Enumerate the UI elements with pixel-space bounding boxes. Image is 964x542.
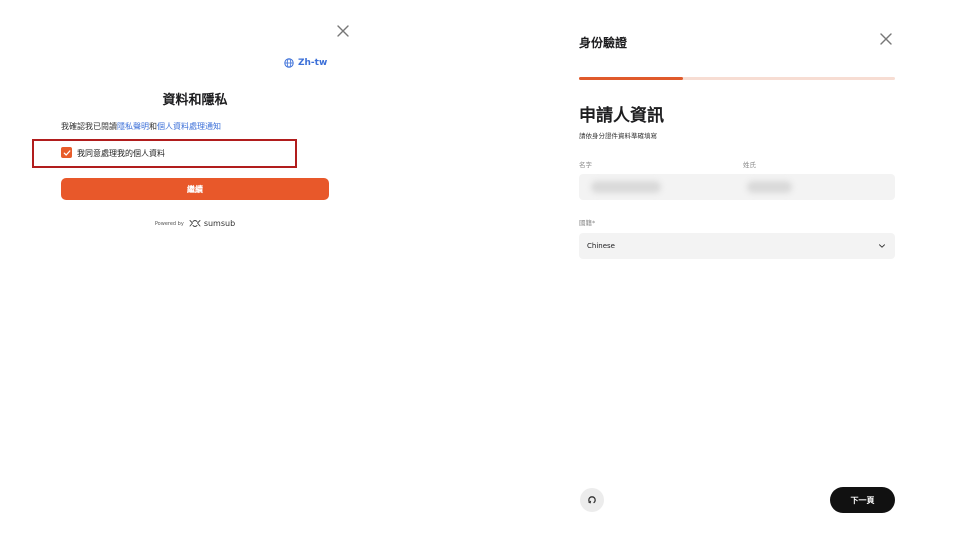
consent-conjunction: 和 <box>149 122 157 131</box>
globe-icon <box>284 58 294 68</box>
language-selector[interactable]: Zh-tw <box>284 58 327 68</box>
check-icon <box>63 149 71 157</box>
continue-button[interactable]: 繼續 <box>61 178 329 200</box>
powered-by-text: Powered by <box>154 220 184 227</box>
consent-panel: Zh-tw 資料和隱私 我確認我已閱讀隱私聲明和個人資料處理通知 我同意處理我的… <box>0 0 370 542</box>
close-icon[interactable] <box>335 23 351 39</box>
page-title: 申請人資訊 <box>579 106 664 126</box>
applicant-info-panel: 身份驗證 申請人資訊 請依身分證件資料準確填寫 名字 姓氏 國籍* Chines… <box>560 0 964 542</box>
last-name-field[interactable] <box>747 181 792 193</box>
data-processing-notice-link[interactable]: 個人資料處理通知 <box>157 122 221 131</box>
consent-statement: 我確認我已閱讀隱私聲明和個人資料處理通知 <box>61 121 221 132</box>
consent-checkbox-label[interactable]: 我同意處理我的個人資料 <box>77 148 165 159</box>
page-subtitle: 請依身分證件資料準確填寫 <box>579 132 657 140</box>
first-name-field[interactable] <box>591 181 661 193</box>
chevron-down-icon <box>878 242 886 250</box>
nationality-label: 國籍* <box>579 219 596 227</box>
refresh-icon <box>587 495 597 505</box>
nationality-select[interactable]: Chinese <box>579 233 895 259</box>
brand-name: sumsub <box>203 219 236 228</box>
consent-checkbox[interactable] <box>61 147 72 158</box>
first-name-label: 名字 <box>579 161 592 169</box>
dialog-title: 身份驗證 <box>579 36 628 50</box>
powered-by-footer: Powered by sumsub <box>61 219 329 228</box>
next-button[interactable]: 下一頁 <box>830 487 895 513</box>
language-label: Zh-tw <box>298 58 328 68</box>
sumsub-brand: sumsub <box>189 219 235 228</box>
nationality-value: Chinese <box>587 242 615 250</box>
close-icon[interactable] <box>878 31 894 47</box>
page-title: 資料和隱私 <box>162 93 228 108</box>
sumsub-logo-icon <box>189 219 201 228</box>
progress-bar <box>579 77 895 80</box>
privacy-notice-link[interactable]: 隱私聲明 <box>117 122 149 131</box>
refresh-button[interactable] <box>580 488 604 512</box>
progress-bar-fill <box>579 77 684 80</box>
name-fields <box>579 174 895 200</box>
last-name-label: 姓氏 <box>743 161 756 169</box>
consent-prefix: 我確認我已閱讀 <box>61 122 117 131</box>
